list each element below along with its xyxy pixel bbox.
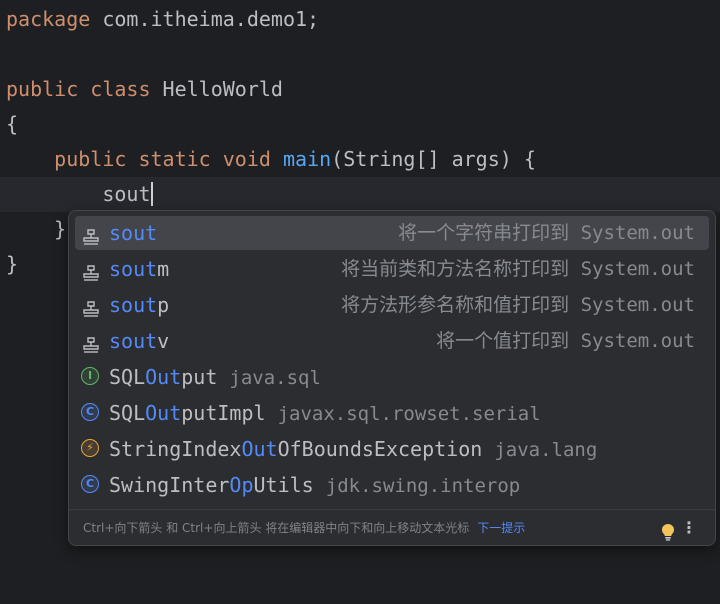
exception-class-icon: ⚡: [81, 439, 101, 459]
completion-suffix: m: [157, 257, 170, 281]
completion-suffix: p: [157, 293, 170, 317]
completion-text: putImpl: [181, 401, 266, 425]
class-icon: C: [81, 403, 101, 423]
method-signature: (String[] args) {: [331, 147, 536, 171]
template-icon: [81, 331, 101, 353]
template-icon: [81, 259, 101, 281]
keyword: class: [90, 77, 151, 101]
completion-text: put: [181, 365, 218, 389]
class-name: HelloWorld: [150, 77, 283, 101]
completion-item[interactable]: I SQLOutput java.sql: [75, 360, 709, 394]
code-line-open-brace[interactable]: {: [6, 107, 18, 142]
completion-match: sout: [109, 329, 158, 353]
completion-package: jdk.swing.interop: [325, 475, 521, 497]
completion-item[interactable]: sout 将一个字符串打印到 System.out: [75, 216, 709, 250]
keyword: public: [6, 77, 79, 101]
more-options-icon[interactable]: ⋮: [681, 510, 697, 546]
completion-text: SQL: [109, 401, 146, 425]
completion-text: SwingInter: [109, 473, 230, 497]
completion-match: sout: [109, 221, 158, 245]
code-line-main-decl[interactable]: public static void main(String[] args) {: [6, 142, 536, 177]
code-completion-popup[interactable]: sout 将一个字符串打印到 System.out soutm 将当前类和方法名…: [68, 210, 716, 546]
completion-item[interactable]: C SQLOutputImpl javax.sql.rowset.serial: [75, 396, 709, 430]
keyword: static: [138, 147, 211, 171]
completion-hint-text: Ctrl+向下箭头 和 Ctrl+向上箭头 将在编辑器中向下和向上移动文本光标: [83, 521, 470, 535]
completion-match: Out: [145, 401, 182, 425]
code-line-class-decl[interactable]: public class HelloWorld: [6, 72, 283, 107]
completion-match: sout: [109, 257, 158, 281]
completion-description: 将当前类和方法名称打印到 System.out: [341, 258, 695, 280]
template-icon: [81, 223, 101, 245]
keyword: void: [222, 147, 271, 171]
completion-text: Utils: [253, 473, 314, 497]
class-icon: C: [81, 475, 101, 495]
completion-package: java.sql: [229, 367, 321, 389]
interface-icon: I: [81, 367, 101, 387]
completion-match: Op: [229, 473, 254, 497]
completion-package: javax.sql.rowset.serial: [277, 403, 541, 425]
completion-description: 将一个值打印到 System.out: [436, 330, 695, 352]
completion-suffix: v: [157, 329, 170, 353]
completion-text: SQL: [109, 365, 146, 389]
completion-package: java.lang: [494, 439, 598, 461]
typed-text: sout: [102, 182, 151, 206]
completion-text: OfBoundsException: [277, 437, 483, 461]
template-icon: [81, 295, 101, 317]
keyword: package: [6, 7, 91, 31]
code-line-package[interactable]: package com.itheima.demo1;: [6, 2, 319, 37]
code-line-close-method[interactable]: }: [6, 212, 66, 247]
method-name: main: [282, 147, 332, 171]
completion-item[interactable]: soutm 将当前类和方法名称打印到 System.out: [75, 252, 709, 286]
package-name: com.itheima.demo1;: [90, 7, 320, 31]
completion-item[interactable]: C SwingInterOpUtils jdk.swing.interop: [75, 468, 709, 502]
completion-match: Out: [145, 365, 182, 389]
completion-item[interactable]: ⚡ StringIndexOutOfBoundsException java.l…: [75, 432, 709, 466]
completion-footer: Ctrl+向下箭头 和 Ctrl+向上箭头 将在编辑器中向下和向上移动文本光标下…: [69, 509, 715, 545]
next-tip-link[interactable]: 下一提示: [477, 521, 525, 535]
code-line-current[interactable]: sout: [6, 177, 153, 212]
completion-text: StringIndex: [109, 437, 242, 461]
code-line-close-class[interactable]: }: [6, 247, 18, 282]
completion-match: sout: [109, 293, 158, 317]
keyword: public: [54, 147, 127, 171]
lightbulb-icon[interactable]: [661, 519, 675, 541]
completion-item[interactable]: soutp 将方法形参名称和值打印到 System.out: [75, 288, 709, 322]
text-caret: [150, 182, 153, 206]
completion-description: 将方法形参名称和值打印到 System.out: [341, 294, 695, 316]
close-brace: }: [54, 217, 67, 241]
completion-match: Out: [241, 437, 278, 461]
completion-description: 将一个字符串打印到 System.out: [398, 222, 695, 244]
completion-item[interactable]: soutv 将一个值打印到 System.out: [75, 324, 709, 358]
